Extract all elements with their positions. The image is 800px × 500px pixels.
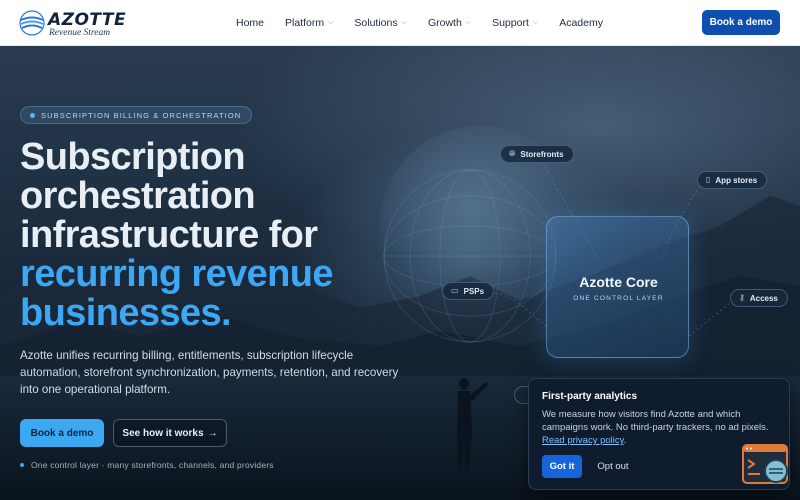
chip-label: Storefronts bbox=[520, 149, 564, 159]
badge-text: SUBSCRIPTION BILLING & ORCHESTRATION bbox=[41, 110, 242, 120]
logo-mark-icon bbox=[19, 10, 45, 36]
nav-label: Home bbox=[236, 17, 265, 29]
hero-footnote: One control layer · many storefronts, ch… bbox=[20, 460, 274, 470]
cookie-body-text: We measure how visitors find Azotte and … bbox=[542, 409, 769, 433]
chip-label: PSPs bbox=[463, 286, 485, 296]
headline-accent-line: recurring revenue bbox=[20, 253, 334, 295]
badge-dot bbox=[30, 112, 35, 118]
nav-label: Support bbox=[492, 17, 529, 29]
privacy-policy-link[interactable]: Read privacy policy bbox=[542, 435, 624, 446]
core-subtitle: ONE CONTROL LAYER bbox=[573, 295, 664, 302]
core-title: Azotte Core bbox=[579, 274, 658, 290]
header-book-demo-button[interactable]: Book a demo bbox=[702, 10, 780, 35]
nav-item-platform[interactable]: Platform ⌵ bbox=[285, 17, 333, 29]
headline-accent-line: businesses. bbox=[20, 292, 232, 334]
chip-label: Access bbox=[749, 293, 778, 303]
arrow-right-icon: → bbox=[207, 427, 218, 439]
chevron-down-icon: ⌵ bbox=[401, 19, 407, 26]
hero-book-demo-button[interactable]: Book a demo bbox=[20, 419, 104, 447]
chat-widget-icon[interactable] bbox=[742, 444, 790, 486]
brand-name: AZOTTE bbox=[48, 10, 127, 30]
nav-label: Academy bbox=[559, 17, 603, 29]
chip-psps: ▭ PSPs bbox=[442, 282, 495, 300]
headline-line: orchestration bbox=[20, 175, 256, 217]
brand-logo[interactable]: AZOTTE Revenue Stream bbox=[18, 7, 128, 39]
nav-item-growth[interactable]: Growth ⌵ bbox=[428, 17, 471, 29]
nav-label: Platform bbox=[285, 17, 325, 29]
cookie-accept-button[interactable]: Got it bbox=[542, 455, 582, 478]
nav-item-support[interactable]: Support ⌵ bbox=[492, 17, 538, 29]
cookie-opt-out-button[interactable]: Opt out bbox=[591, 455, 635, 478]
nav-label: Solutions bbox=[354, 17, 398, 29]
chip-storefronts: 🌐︎ Storefronts bbox=[500, 145, 574, 163]
hero-headline: Subscription orchestration infrastructur… bbox=[20, 138, 380, 333]
nav-label: Growth bbox=[427, 17, 462, 29]
headline-line: infrastructure for bbox=[20, 214, 318, 256]
footnote-dot bbox=[20, 463, 24, 467]
cookie-body-suffix: . bbox=[623, 435, 627, 446]
chevron-down-icon: ⌵ bbox=[465, 19, 472, 26]
hero-lead-paragraph: Azotte unifies recurring billing, entitl… bbox=[20, 349, 399, 396]
chevron-down-icon: ⌵ bbox=[532, 19, 539, 26]
main-nav: Home Platform ⌵ Solutions ⌵ Growth ⌵ Suppor… bbox=[236, 0, 624, 46]
person-silhouette bbox=[457, 378, 488, 500]
headline-line: Subscription bbox=[20, 136, 246, 178]
cookie-title: First-party analytics bbox=[542, 391, 638, 402]
globe-icon: 🌐︎ bbox=[509, 149, 516, 158]
brand-tagline: Revenue Stream bbox=[49, 28, 111, 38]
nav-item-home[interactable]: Home bbox=[236, 17, 264, 29]
site-header: AZOTTE Revenue Stream Home Platform ⌵ Sol… bbox=[0, 0, 800, 46]
see-how-label: See how it works bbox=[122, 427, 204, 439]
nav-item-academy[interactable]: Academy bbox=[559, 17, 603, 29]
hero-badge: SUBSCRIPTION BILLING & ORCHESTRATION bbox=[20, 106, 253, 124]
chip-access: ⚷ Access bbox=[730, 289, 788, 307]
key-icon: ⚷ bbox=[739, 293, 745, 302]
footnote-text: One control layer · many storefronts, ch… bbox=[31, 460, 274, 470]
phone-icon: ▯ bbox=[706, 175, 711, 184]
chip-app-stores: ▯ App stores bbox=[697, 171, 768, 189]
chevron-down-icon: ⌵ bbox=[328, 19, 334, 26]
chip-label: App stores bbox=[715, 175, 758, 185]
nav-item-solutions[interactable]: Solutions ⌵ bbox=[354, 17, 407, 29]
card-icon: ▭ bbox=[451, 286, 459, 295]
cookie-body: We measure how visitors find Azotte and … bbox=[542, 408, 778, 447]
see-how-it-works-button[interactable]: See how it works → bbox=[113, 419, 227, 447]
azotte-core-card: Azotte Core ONE CONTROL LAYER bbox=[546, 216, 689, 358]
